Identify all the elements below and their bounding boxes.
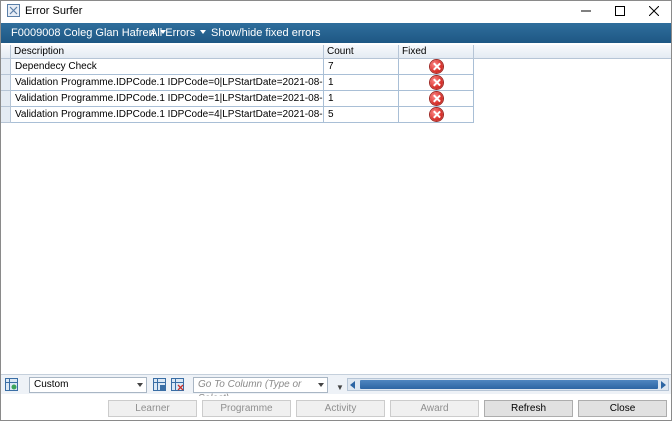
- error-surfer-app-icon: [7, 4, 20, 17]
- layout-select[interactable]: Custom: [29, 377, 147, 393]
- error-x-icon: [429, 92, 443, 105]
- maximize-button[interactable]: [603, 1, 637, 21]
- refresh-button[interactable]: Refresh: [484, 400, 573, 417]
- table-row[interactable]: Validation Programme.IDPCode.1 IDPCode=4…: [1, 107, 671, 123]
- delete-layout-icon[interactable]: [171, 378, 184, 391]
- scroll-left-icon[interactable]: [350, 381, 355, 389]
- grid-settings-icon[interactable]: [5, 378, 18, 391]
- provider-dropdown[interactable]: F0009008 Coleg Glan Hafren: [11, 27, 166, 39]
- close-button[interactable]: Close: [578, 400, 667, 417]
- grid-header: Description Count Fixed: [1, 45, 671, 59]
- cell-description: Validation Programme.IDPCode.1 IDPCode=1…: [11, 91, 324, 107]
- row-selector[interactable]: [1, 75, 11, 91]
- column-header-fixed[interactable]: Fixed: [399, 45, 474, 59]
- activity-button[interactable]: Activity: [296, 400, 385, 417]
- maximize-icon: [615, 6, 625, 16]
- layout-select-value: Custom: [34, 379, 69, 390]
- cell-fixed: [399, 75, 474, 91]
- save-layout-icon[interactable]: [153, 378, 166, 391]
- cell-description: Dependecy Check: [11, 59, 324, 75]
- cell-fixed: [399, 91, 474, 107]
- table-row[interactable]: Validation Programme.IDPCode.1 IDPCode=1…: [1, 91, 671, 107]
- error-grid[interactable]: Description Count Fixed Dependecy Check …: [1, 45, 671, 373]
- row-selector[interactable]: [1, 91, 11, 107]
- chevron-down-icon: [200, 30, 207, 34]
- column-header-description[interactable]: Description: [11, 45, 324, 59]
- close-icon: [649, 6, 659, 16]
- close-window-button[interactable]: [637, 1, 671, 21]
- cell-count: 1: [324, 75, 399, 91]
- title-bar: Error Surfer: [1, 1, 671, 21]
- minimize-icon: [581, 10, 591, 12]
- cell-description: Validation Programme.IDPCode.1 IDPCode=4…: [11, 107, 324, 123]
- cell-count: 5: [324, 107, 399, 123]
- chevron-down-icon: [318, 383, 324, 387]
- provider-label: F0009008 Coleg Glan Hafren: [11, 27, 155, 39]
- error-x-icon: [429, 76, 443, 89]
- chevron-down-icon: [137, 383, 143, 387]
- error-x-icon: [429, 60, 443, 73]
- column-bar: Custom Go To Column (Type or Select) ▼: [1, 374, 671, 404]
- row-selector[interactable]: [1, 59, 11, 75]
- cell-count: 7: [324, 59, 399, 75]
- scrollbar-thumb[interactable]: [360, 380, 658, 389]
- cell-description: Validation Programme.IDPCode.1 IDPCode=0…: [11, 75, 324, 91]
- learner-button[interactable]: Learner: [108, 400, 197, 417]
- row-selector[interactable]: [1, 107, 11, 123]
- error-surfer-window: Error Surfer F0009008 Coleg Glan Hafren …: [0, 0, 672, 421]
- button-bar: Learner Programme Activity Award Refresh…: [1, 396, 671, 420]
- error-filter-dropdown[interactable]: All Errors: [150, 27, 207, 39]
- minimize-button[interactable]: [569, 1, 603, 21]
- toggle-fixed-errors-button[interactable]: Show/hide fixed errors: [211, 27, 320, 39]
- award-button[interactable]: Award: [390, 400, 479, 417]
- column-header-count[interactable]: Count: [324, 45, 399, 59]
- error-x-icon: [429, 108, 443, 121]
- header-row-selector: [1, 45, 11, 59]
- programme-button[interactable]: Programme: [202, 400, 291, 417]
- cell-count: 1: [324, 91, 399, 107]
- table-row[interactable]: Validation Programme.IDPCode.1 IDPCode=0…: [1, 75, 671, 91]
- cell-fixed: [399, 59, 474, 75]
- window-title: Error Surfer: [25, 5, 83, 17]
- error-filter-label: All Errors: [150, 27, 196, 39]
- cell-fixed: [399, 107, 474, 123]
- toolbar: F0009008 Coleg Glan Hafren All Errors Sh…: [1, 23, 671, 43]
- go-to-column-input[interactable]: Go To Column (Type or Select): [193, 377, 328, 404]
- column-chooser-icon[interactable]: ▼: [336, 383, 344, 392]
- scroll-right-icon[interactable]: [661, 381, 666, 389]
- horizontal-scrollbar[interactable]: [347, 378, 669, 391]
- table-row[interactable]: Dependecy Check 7: [1, 59, 671, 75]
